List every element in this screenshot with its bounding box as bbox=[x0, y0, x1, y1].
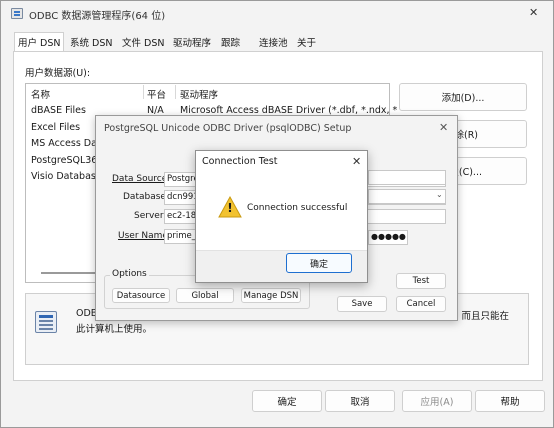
tab-about[interactable]: 关于 bbox=[297, 35, 316, 51]
user-name-label-text: User Name bbox=[118, 231, 168, 241]
server-label-text: Server bbox=[134, 211, 164, 221]
cancel-button[interactable]: 取消 bbox=[325, 390, 395, 412]
datasource-options-button[interactable]: Datasource bbox=[112, 288, 170, 303]
add-button[interactable]: 添加(D)... bbox=[399, 83, 527, 111]
list-item[interactable]: MS Access Dat bbox=[31, 138, 101, 149]
warning-glyph: ! bbox=[227, 201, 233, 215]
ssl-mode-select[interactable] bbox=[368, 189, 446, 204]
tab-drivers[interactable]: 驱动程序 bbox=[173, 35, 211, 51]
tab-connection-pooling[interactable]: 连接池 bbox=[259, 35, 288, 51]
apply-button[interactable]: 应用(A) bbox=[402, 390, 472, 412]
info-text-line2: 此计算机上使用。 bbox=[76, 324, 153, 335]
server-label: Server bbox=[134, 211, 164, 221]
warning-icon: ! bbox=[218, 195, 242, 218]
connection-test-close-icon[interactable]: ✕ bbox=[352, 155, 361, 168]
connection-test-title: Connection Test bbox=[202, 156, 278, 167]
database-icon bbox=[35, 311, 57, 333]
data-source-label-text: Data Source bbox=[112, 174, 168, 184]
list-item[interactable]: PostgreSQL36 bbox=[31, 155, 97, 166]
list-item[interactable]: Visio Database bbox=[31, 171, 102, 182]
main-window-title: ODBC 数据源管理程序(64 位) bbox=[29, 11, 166, 22]
column-header-driver[interactable]: 驱动程序 bbox=[180, 87, 218, 101]
setup-close-icon[interactable]: ✕ bbox=[439, 121, 448, 134]
list-item[interactable]: Excel Files bbox=[31, 122, 80, 133]
connection-test-ok-button[interactable]: 确定 bbox=[286, 253, 352, 273]
database-label: Database bbox=[123, 192, 166, 202]
help-button[interactable]: 帮助 bbox=[475, 390, 545, 412]
tab-system-dsn[interactable]: 系统 DSN bbox=[70, 35, 112, 51]
user-data-sources-label: 用户数据源(U): bbox=[25, 68, 91, 79]
tab-tracing[interactable]: 跟踪 bbox=[221, 35, 240, 51]
ok-button[interactable]: 确定 bbox=[252, 390, 322, 412]
user-name-label: User Name bbox=[118, 231, 168, 241]
tab-file-dsn[interactable]: 文件 DSN bbox=[122, 35, 164, 51]
column-header-name[interactable]: 名称 bbox=[31, 87, 50, 101]
save-button[interactable]: Save bbox=[337, 296, 387, 312]
database-label-text: Database bbox=[123, 192, 166, 202]
tab-user-dsn-label: 用户 DSN bbox=[18, 38, 61, 49]
main-close-icon[interactable]: ✕ bbox=[529, 6, 538, 19]
password-field[interactable]: ●●●●● bbox=[368, 230, 408, 245]
column-header-platform[interactable]: 平台 bbox=[147, 87, 166, 101]
global-options-button[interactable]: Global bbox=[176, 288, 234, 303]
connection-test-message: Connection successful bbox=[247, 203, 348, 213]
chevron-down-icon: ⌄ bbox=[436, 190, 443, 199]
info-text-right: ，而且只能在 bbox=[452, 311, 510, 322]
connection-test-dialog: Connection Test ✕ ! Connection successfu… bbox=[195, 150, 368, 283]
manage-dsn-button[interactable]: Manage DSN bbox=[241, 288, 301, 303]
setup-dialog-title: PostgreSQL Unicode ODBC Driver (psqlODBC… bbox=[104, 123, 352, 134]
data-source-label: Data Source bbox=[112, 174, 167, 184]
test-button[interactable]: Test bbox=[396, 273, 446, 289]
setup-cancel-button[interactable]: Cancel bbox=[396, 296, 446, 312]
app-icon bbox=[11, 8, 23, 19]
options-label: Options bbox=[110, 269, 149, 279]
description-field[interactable] bbox=[368, 170, 446, 185]
list-item[interactable]: dBASE Files bbox=[31, 105, 86, 116]
